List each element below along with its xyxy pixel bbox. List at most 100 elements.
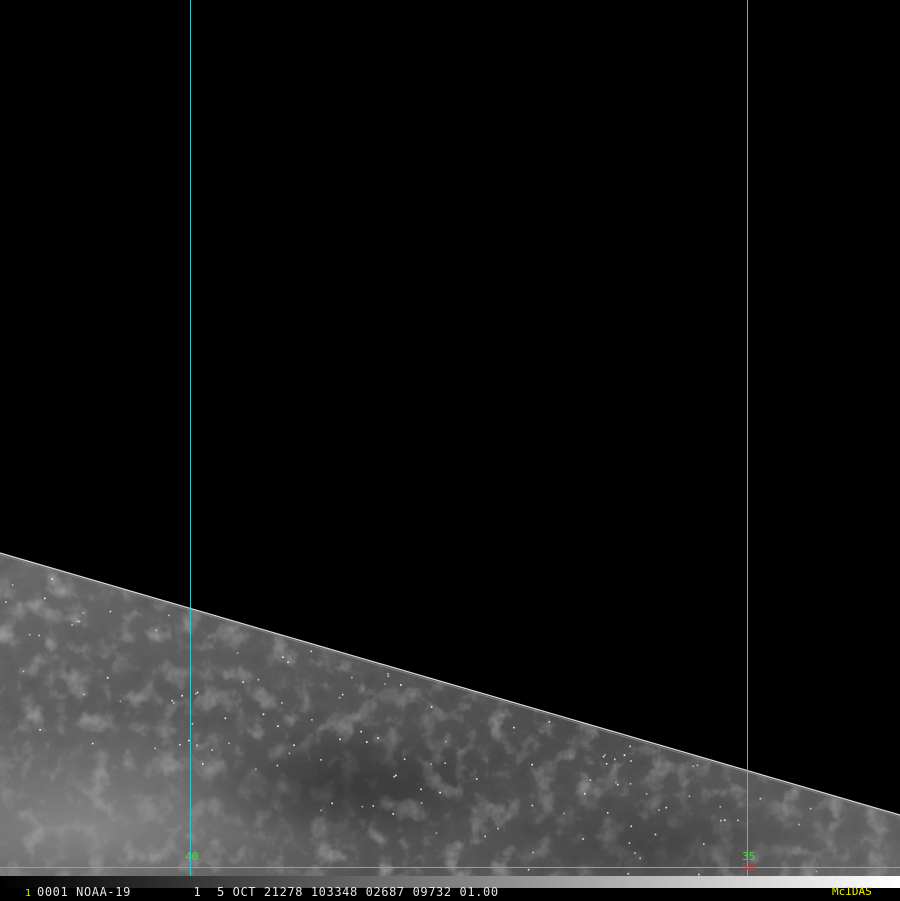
speckle [311, 719, 313, 721]
speckle [91, 742, 94, 745]
speckle [639, 857, 641, 860]
mcidas-brand: McIDAS [832, 885, 872, 898]
speckle [155, 629, 158, 632]
speckle [71, 624, 73, 626]
speckle [276, 764, 279, 767]
speckle [287, 661, 289, 663]
speckle [602, 755, 605, 758]
speckle [403, 758, 406, 760]
speckle [627, 872, 630, 875]
speckle [11, 584, 14, 586]
speckle [44, 597, 46, 600]
speckle [255, 768, 257, 770]
speckle [173, 702, 175, 704]
latitude-label: 50 [742, 861, 756, 874]
speckle [445, 740, 447, 743]
speckle [119, 700, 122, 703]
speckle [630, 825, 633, 828]
speckle [257, 678, 260, 681]
speckle [338, 696, 341, 699]
speckle [51, 578, 53, 580]
speckle [484, 835, 486, 838]
speckle [196, 744, 198, 747]
speckle [720, 819, 722, 822]
speckle [615, 781, 617, 784]
image-header: 0001 NOAA-19 1 5 OCT 21278 103348 02687 … [37, 885, 499, 899]
speckle [630, 760, 632, 762]
speckle [78, 620, 81, 623]
speckle [815, 870, 818, 873]
speckle [82, 612, 85, 614]
speckle [439, 791, 441, 794]
speckle [617, 783, 619, 786]
speckle [154, 747, 156, 750]
speckle [723, 819, 726, 821]
speckle [28, 633, 31, 636]
speckle [395, 774, 397, 777]
speckle [606, 812, 609, 814]
speckle [531, 804, 534, 807]
speckle [658, 809, 660, 811]
speckle [392, 813, 394, 815]
speckle [513, 726, 515, 729]
speckle [76, 620, 79, 623]
speckle [430, 706, 433, 708]
speckle [420, 802, 423, 804]
speckle [281, 702, 283, 704]
speckle [109, 610, 112, 613]
speckle [654, 833, 657, 836]
speckle [645, 793, 648, 795]
speckle [759, 797, 762, 800]
speckle [262, 713, 265, 716]
speckle [393, 775, 395, 778]
speckle [692, 765, 695, 768]
speckle [435, 832, 438, 834]
speckle [548, 721, 551, 723]
speckle [400, 684, 402, 686]
speckle [387, 673, 389, 675]
speckle [211, 749, 213, 751]
speckle [179, 743, 181, 746]
speckle [532, 851, 534, 854]
speckle [628, 842, 631, 844]
speckle [351, 676, 353, 679]
speckle [809, 807, 812, 810]
speckle [82, 693, 85, 696]
speckle [320, 809, 322, 812]
speckle [372, 805, 374, 807]
speckle [310, 650, 312, 653]
speckle [39, 729, 41, 731]
speckle [171, 699, 173, 702]
speckle [527, 868, 530, 871]
frame-number: 1 [25, 888, 32, 899]
speckle [331, 802, 333, 805]
speckle [737, 819, 739, 822]
speckle [341, 693, 344, 696]
speckle [361, 805, 364, 808]
speckle [604, 754, 606, 756]
speckle [339, 738, 341, 741]
speckle [191, 723, 194, 725]
speckle [282, 656, 284, 658]
speckle [360, 730, 362, 733]
speckle [387, 675, 390, 677]
speckle [293, 744, 295, 746]
speckle [629, 745, 631, 748]
speckle [377, 737, 379, 739]
speckle [277, 725, 279, 727]
speckle [106, 677, 109, 679]
speckle [634, 852, 636, 854]
speckle [444, 762, 446, 764]
speckle [605, 763, 608, 765]
speckle [5, 601, 7, 603]
speckle [420, 788, 422, 791]
speckle [22, 670, 25, 673]
speckle [584, 792, 586, 795]
satellite-image [0, 0, 900, 900]
speckle [288, 752, 291, 755]
speckle [696, 764, 699, 767]
longitude-label-left: 40 [185, 850, 199, 863]
speckle [366, 741, 368, 743]
speckle [582, 838, 584, 840]
speckle [242, 681, 244, 683]
